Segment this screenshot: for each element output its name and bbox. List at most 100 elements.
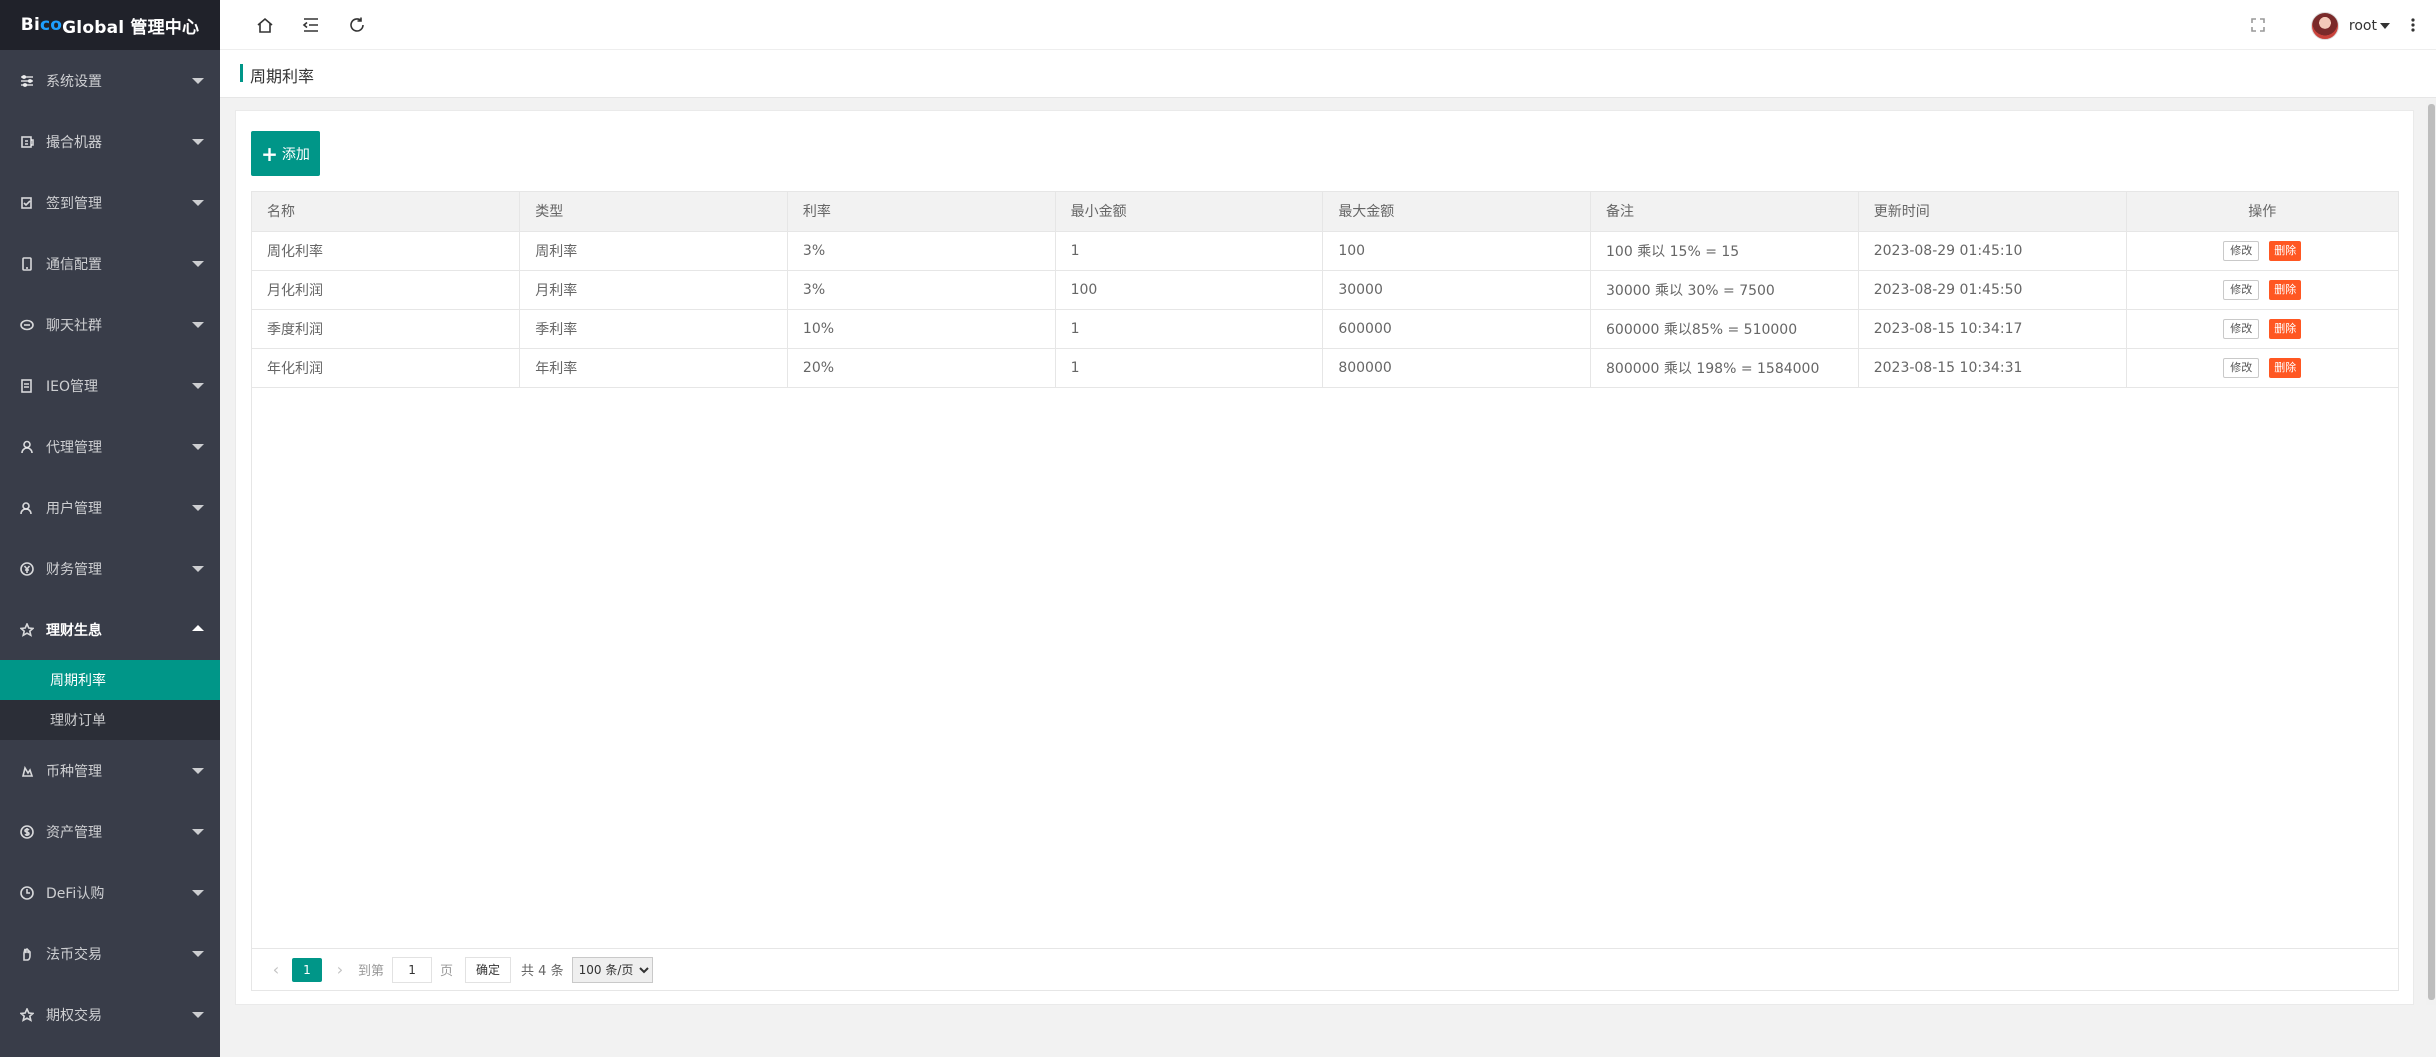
page-size-select[interactable]: 100 条/页 [571, 956, 653, 983]
chevron-down-icon [192, 78, 204, 84]
cell-min: 100 [1055, 270, 1324, 310]
prev-page-button[interactable]: ‹ [266, 960, 286, 979]
submenu-item-wealth-orders[interactable]: 理财订单 [0, 700, 220, 740]
cell-rate: 3% [787, 231, 1056, 271]
robot-icon [20, 135, 34, 149]
star-icon [20, 1007, 34, 1022]
sidebar-item-label: 财务管理 [46, 561, 102, 578]
submenu-item-period-rate[interactable]: 周期利率 [0, 660, 220, 700]
sidebar-item-agent[interactable]: 代理管理 [0, 416, 220, 477]
username: root [2348, 18, 2377, 34]
add-button[interactable]: + 添加 [251, 131, 320, 176]
table-row: 季度利润 季利率 10% 1 600000 600000 乘以85% = 510… [252, 309, 2398, 349]
logo-text-c: Global 管理中心 [62, 17, 200, 38]
sidebar-nav: 系统设置 撮合机器 签到管理 通信配置 聊天社群 IEO管理 代理管理 用户管理… [0, 50, 220, 660]
sidebar-item-wealth[interactable]: 理财生息 [0, 599, 220, 660]
home-icon[interactable] [254, 14, 276, 36]
sidebar-item-chat-community[interactable]: 聊天社群 [0, 294, 220, 355]
sidebar-item-defi[interactable]: DeFi认购 [0, 862, 220, 923]
submenu-item-label: 周期利率 [50, 673, 106, 689]
coin-icon [20, 764, 34, 778]
chevron-down-icon [192, 890, 204, 896]
column-header: 最大金额 [1322, 192, 1592, 232]
page-title: 周期利率 [250, 67, 315, 86]
sidebar-item-label: 法币交易 [46, 946, 102, 963]
star-icon [20, 622, 34, 637]
current-page-button[interactable]: 1 [292, 957, 322, 982]
cell-rate: 10% [787, 309, 1056, 349]
chevron-down-icon [192, 566, 204, 572]
sidebar-nav-lower: 币种管理 资产管理 DeFi认购 法币交易 期权交易 [0, 740, 220, 1045]
more-icon[interactable] [2402, 14, 2424, 36]
chevron-down-icon [192, 505, 204, 511]
edit-button[interactable]: 修改 [2223, 240, 2260, 261]
column-header: 利率 [787, 192, 1056, 232]
sidebar-item-communication[interactable]: 通信配置 [0, 233, 220, 294]
chevron-down-icon [192, 322, 204, 328]
column-header: 更新时间 [1858, 192, 2127, 232]
page-label: 页 [440, 964, 454, 979]
sidebar-item-finance[interactable]: 财务管理 [0, 538, 220, 599]
delete-button[interactable]: 删除 [2269, 318, 2302, 339]
user-icon [20, 440, 34, 454]
cell-min: 1 [1055, 231, 1324, 271]
sidebar-item-label: 币种管理 [46, 763, 102, 780]
sidebar-item-checkin[interactable]: 签到管理 [0, 172, 220, 233]
cell-max: 30000 [1322, 270, 1592, 310]
cell-updated: 2023-08-29 01:45:50 [1858, 270, 2127, 310]
cell-type: 周利率 [519, 231, 788, 271]
sidebar-item-label: 聊天社群 [46, 317, 102, 334]
cell-type: 月利率 [519, 270, 788, 310]
edit-button[interactable]: 修改 [2223, 279, 2260, 300]
sidebar-item-matching-robot[interactable]: 撮合机器 [0, 111, 220, 172]
edit-button[interactable]: 修改 [2223, 318, 2260, 339]
edit-button[interactable]: 修改 [2223, 357, 2260, 378]
fullscreen-icon[interactable] [2247, 14, 2269, 36]
cell-min: 1 [1055, 309, 1324, 349]
goto-confirm-button[interactable]: 确定 [465, 956, 512, 983]
menu-fold-icon[interactable] [300, 14, 322, 36]
cell-note: 800000 乘以 198% = 1584000 [1590, 348, 1859, 388]
page-number-input[interactable] [392, 956, 433, 983]
delete-button[interactable]: 删除 [2269, 279, 2302, 300]
chevron-down-icon [192, 951, 204, 957]
chevron-down-icon [2380, 23, 2390, 29]
users-icon [20, 501, 34, 515]
table-header-row: 名称 类型 利率 最小金额 最大金额 备注 更新时间 操作 [252, 192, 2398, 232]
sidebar-item-options[interactable]: 期权交易 [0, 984, 220, 1045]
refresh-icon[interactable] [346, 14, 368, 36]
sidebar-item-assets[interactable]: 资产管理 [0, 801, 220, 862]
sidebar-item-system-settings[interactable]: 系统设置 [0, 50, 220, 111]
cell-actions: 修改 删除 [2126, 270, 2398, 310]
cell-updated: 2023-08-29 01:45:10 [1858, 231, 2127, 271]
cell-note: 30000 乘以 30% = 7500 [1590, 270, 1859, 310]
clock-icon [20, 885, 34, 900]
logo-text-a: Bi [20, 15, 40, 35]
table-row: 月化利润 月利率 3% 100 30000 30000 乘以 30% = 750… [252, 270, 2398, 310]
doc-icon [20, 378, 34, 393]
cell-note: 600000 乘以85% = 510000 [1590, 309, 1859, 349]
scrollbar-thumb[interactable] [2428, 104, 2435, 1000]
avatar [2310, 12, 2339, 40]
next-page-button[interactable]: › [330, 960, 350, 979]
chat-icon [20, 318, 34, 332]
chevron-down-icon [192, 1012, 204, 1018]
sidebar-item-ieo[interactable]: IEO管理 [0, 355, 220, 416]
sidebar-item-label: 签到管理 [46, 195, 102, 212]
delete-button[interactable]: 删除 [2269, 240, 2302, 261]
sidebar-item-users[interactable]: 用户管理 [0, 477, 220, 538]
column-header: 操作 [2126, 192, 2398, 232]
app-logo[interactable]: Bi co Global 管理中心 [0, 0, 220, 50]
content-card: + 添加 名称 类型 利率 最小金额 最大金额 备注 更新时间 操作 周化利率 [235, 110, 2414, 1005]
delete-button[interactable]: 删除 [2269, 357, 2302, 378]
sidebar-item-label: DeFi认购 [46, 885, 105, 902]
submenu-item-label: 理财订单 [50, 713, 106, 729]
sidebar-item-fiat[interactable]: 法币交易 [0, 923, 220, 984]
sidebar-item-currency[interactable]: 币种管理 [0, 740, 220, 801]
cell-max: 800000 [1322, 348, 1592, 388]
user-menu[interactable]: root [2310, 12, 2390, 40]
dollar-icon [20, 824, 34, 839]
sidebar-item-label: 理财生息 [46, 622, 102, 639]
cell-max: 100 [1322, 231, 1592, 271]
sidebar-item-label: 通信配置 [46, 256, 102, 273]
